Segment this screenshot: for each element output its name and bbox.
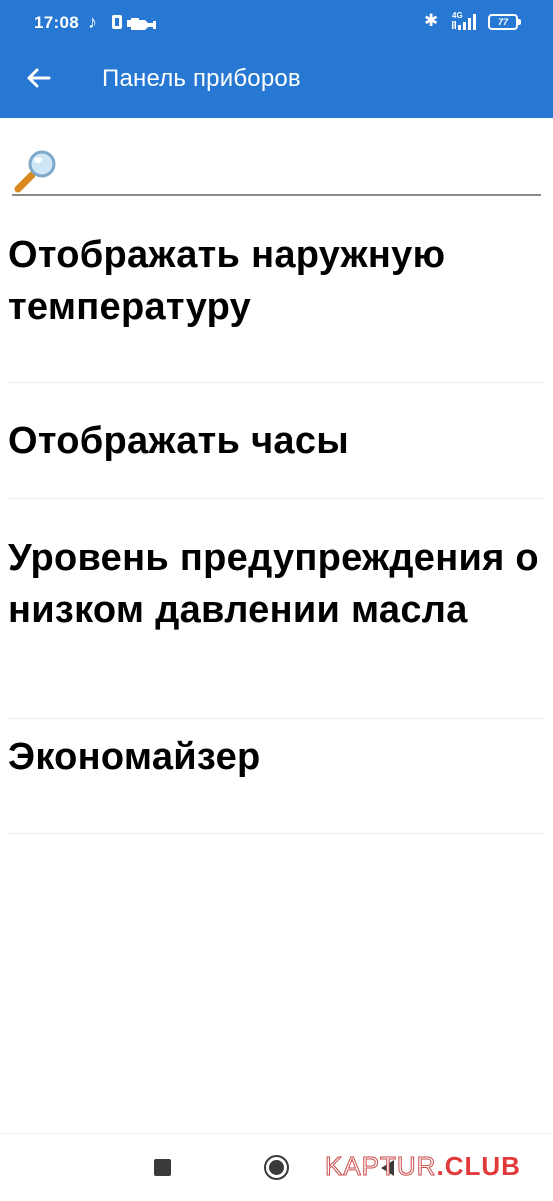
setting-label: Уровень предупреждения о низком давлении… <box>8 537 539 631</box>
watermark-part-2: .CLUB <box>436 1151 521 1181</box>
home-circle-icon[interactable] <box>264 1155 289 1180</box>
search-bar <box>12 142 541 196</box>
magnifier-icon <box>14 150 56 193</box>
signal-icon <box>452 14 476 30</box>
arrow-left-icon[interactable] <box>22 62 54 94</box>
watermark-part-1: KAPTUR <box>324 1151 437 1182</box>
settings-list: Отображать наружную температуру Отобража… <box>0 196 553 834</box>
status-time: 17:08 <box>34 13 79 32</box>
watermark-logo: KAPTUR.CLUB <box>324 1151 521 1182</box>
notification-icon <box>112 15 122 29</box>
setting-label: Отображать часы <box>8 420 350 462</box>
tiktok-icon: ♪ <box>88 12 97 32</box>
bluetooth-icon: ✱ <box>424 11 439 30</box>
battery-tip <box>518 19 521 25</box>
top-bar: 17:08 ♪ ✱ 4G 77 Панель приборов <box>0 0 553 118</box>
page-title: Панель приборов <box>102 65 301 92</box>
check-engine-icon <box>127 18 156 30</box>
setting-clock[interactable]: Отображать часы <box>0 383 553 499</box>
setting-label: Отображать наружную температуру <box>8 234 446 328</box>
recents-square-icon[interactable] <box>154 1159 171 1176</box>
setting-oil-pressure-warning[interactable]: Уровень предупреждения о низком давлении… <box>0 499 553 719</box>
status-bar: 17:08 ♪ ✱ 4G 77 <box>0 0 553 50</box>
setting-economizer[interactable]: Экономайзер <box>0 719 553 834</box>
divider <box>8 833 545 834</box>
app-bar: Панель приборов <box>0 50 553 118</box>
system-navigation-bar: KAPTUR.CLUB <box>0 1133 553 1201</box>
setting-outside-temperature[interactable]: Отображать наружную температуру <box>0 196 553 383</box>
battery-icon: 77 <box>488 14 518 30</box>
search-input[interactable] <box>68 150 532 188</box>
setting-label: Экономайзер <box>8 736 261 778</box>
